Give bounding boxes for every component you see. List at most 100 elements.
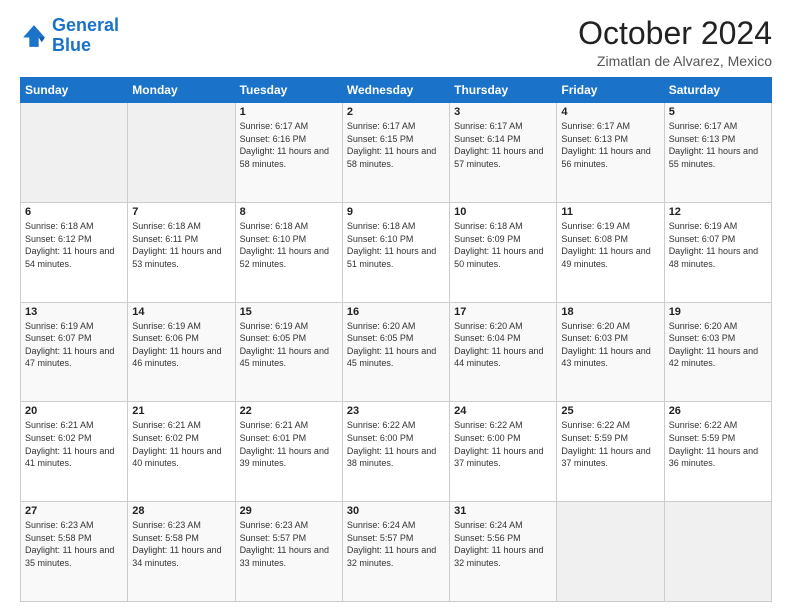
calendar-week-5: 27Sunrise: 6:23 AM Sunset: 5:58 PM Dayli… [21, 502, 772, 602]
day-number: 15 [240, 306, 338, 318]
day-info: Sunrise: 6:20 AM Sunset: 6:04 PM Dayligh… [454, 320, 552, 370]
day-info: Sunrise: 6:22 AM Sunset: 6:00 PM Dayligh… [454, 419, 552, 469]
day-number: 10 [454, 206, 552, 218]
day-number: 5 [669, 106, 767, 118]
calendar-cell: 19Sunrise: 6:20 AM Sunset: 6:03 PM Dayli… [664, 302, 771, 402]
day-number: 4 [561, 106, 659, 118]
calendar-cell: 16 Sunrise: 6:20 AM Sunset: 6:05 PM Dayli… [342, 302, 449, 402]
location: Zimatlan de Alvarez, Mexico [578, 53, 772, 69]
weekday-header-monday: Monday [128, 78, 235, 103]
day-info: Sunrise: 6:23 AM Sunset: 5:58 PM Dayligh… [25, 519, 123, 569]
title-block: October 2024 Zimatlan de Alvarez, Mexico [578, 16, 772, 69]
day-info: Sunrise: 6:19 AM Sunset: 6:07 PM Dayligh… [669, 220, 767, 270]
calendar-cell: 5 Sunrise: 6:17 AM Sunset: 6:13 PM Daylig… [664, 103, 771, 203]
logo-text: General Blue [52, 16, 119, 56]
calendar-cell: 7 Sunrise: 6:18 AM Sunset: 6:11 PM Daylig… [128, 202, 235, 302]
day-number: 29 [240, 505, 338, 517]
day-info: Sunrise: 6:22 AM Sunset: 5:59 PM Dayligh… [669, 419, 767, 469]
calendar-cell: 12 Sunrise: 6:19 AM Sunset: 6:07 PM Dayli… [664, 202, 771, 302]
calendar-week-4: 20 Sunrise: 6:21 AM Sunset: 6:02 PM Dayli… [21, 402, 772, 502]
weekday-header-saturday: Saturday [664, 78, 771, 103]
logo-line1: General [52, 15, 119, 35]
calendar-cell: 28Sunrise: 6:23 AM Sunset: 5:58 PM Dayli… [128, 502, 235, 602]
calendar-cell [557, 502, 664, 602]
calendar-cell: 4 Sunrise: 6:17 AM Sunset: 6:13 PM Daylig… [557, 103, 664, 203]
day-info: Sunrise: 6:17 AM Sunset: 6:15 PM Dayligh… [347, 120, 445, 170]
day-number: 31 [454, 505, 552, 517]
calendar-cell: 14Sunrise: 6:19 AM Sunset: 6:06 PM Dayli… [128, 302, 235, 402]
day-number: 3 [454, 106, 552, 118]
day-number: 20 [25, 405, 123, 417]
day-number: 24 [454, 405, 552, 417]
day-info: Sunrise: 6:17 AM Sunset: 6:13 PM Dayligh… [561, 120, 659, 170]
calendar-cell: 18 Sunrise: 6:20 AM Sunset: 6:03 PM Dayli… [557, 302, 664, 402]
day-number: 2 [347, 106, 445, 118]
day-number: 18 [561, 306, 659, 318]
day-number: 6 [25, 206, 123, 218]
day-info: Sunrise: 6:21 AM Sunset: 6:02 PM Dayligh… [25, 419, 123, 469]
calendar-cell: 6 Sunrise: 6:18 AM Sunset: 6:12 PM Daylig… [21, 202, 128, 302]
day-number: 9 [347, 206, 445, 218]
day-number: 8 [240, 206, 338, 218]
day-number: 13 [25, 306, 123, 318]
day-info: Sunrise: 6:21 AM Sunset: 6:01 PM Dayligh… [240, 419, 338, 469]
calendar-cell: 17 Sunrise: 6:20 AM Sunset: 6:04 PM Dayli… [450, 302, 557, 402]
day-info: Sunrise: 6:24 AM Sunset: 5:56 PM Dayligh… [454, 519, 552, 569]
day-info: Sunrise: 6:19 AM Sunset: 6:05 PM Dayligh… [240, 320, 338, 370]
calendar-cell: 31 Sunrise: 6:24 AM Sunset: 5:56 PM Dayli… [450, 502, 557, 602]
day-info: Sunrise: 6:17 AM Sunset: 6:16 PM Dayligh… [240, 120, 338, 170]
day-info: Sunrise: 6:19 AM Sunset: 6:08 PM Dayligh… [561, 220, 659, 270]
day-number: 30 [347, 505, 445, 517]
logo: General Blue [20, 16, 119, 56]
weekday-header-sunday: Sunday [21, 78, 128, 103]
day-number: 17 [454, 306, 552, 318]
day-number: 12 [669, 206, 767, 218]
day-info: Sunrise: 6:23 AM Sunset: 5:57 PM Dayligh… [240, 519, 338, 569]
logo-icon [20, 22, 48, 50]
calendar-cell: 20 Sunrise: 6:21 AM Sunset: 6:02 PM Dayli… [21, 402, 128, 502]
day-number: 21 [132, 405, 230, 417]
day-info: Sunrise: 6:22 AM Sunset: 6:00 PM Dayligh… [347, 419, 445, 469]
day-info: Sunrise: 6:22 AM Sunset: 5:59 PM Dayligh… [561, 419, 659, 469]
calendar-cell [21, 103, 128, 203]
calendar-cell: 11Sunrise: 6:19 AM Sunset: 6:08 PM Dayli… [557, 202, 664, 302]
day-info: Sunrise: 6:18 AM Sunset: 6:12 PM Dayligh… [25, 220, 123, 270]
day-number: 26 [669, 405, 767, 417]
day-number: 14 [132, 306, 230, 318]
day-number: 25 [561, 405, 659, 417]
calendar-cell: 27Sunrise: 6:23 AM Sunset: 5:58 PM Dayli… [21, 502, 128, 602]
day-info: Sunrise: 6:17 AM Sunset: 6:13 PM Dayligh… [669, 120, 767, 170]
day-info: Sunrise: 6:17 AM Sunset: 6:14 PM Dayligh… [454, 120, 552, 170]
calendar-cell: 25 Sunrise: 6:22 AM Sunset: 5:59 PM Dayli… [557, 402, 664, 502]
day-number: 28 [132, 505, 230, 517]
weekday-header-thursday: Thursday [450, 78, 557, 103]
day-info: Sunrise: 6:20 AM Sunset: 6:03 PM Dayligh… [669, 320, 767, 370]
day-number: 1 [240, 106, 338, 118]
calendar-cell [128, 103, 235, 203]
month-title: October 2024 [578, 16, 772, 51]
day-number: 16 [347, 306, 445, 318]
calendar-cell: 1 Sunrise: 6:17 AM Sunset: 6:16 PM Daylig… [235, 103, 342, 203]
weekday-header-row: SundayMondayTuesdayWednesdayThursdayFrid… [21, 78, 772, 103]
day-info: Sunrise: 6:18 AM Sunset: 6:11 PM Dayligh… [132, 220, 230, 270]
calendar-cell: 23Sunrise: 6:22 AM Sunset: 6:00 PM Dayli… [342, 402, 449, 502]
day-info: Sunrise: 6:20 AM Sunset: 6:03 PM Dayligh… [561, 320, 659, 370]
calendar-cell: 24 Sunrise: 6:22 AM Sunset: 6:00 PM Dayli… [450, 402, 557, 502]
calendar-cell: 21 Sunrise: 6:21 AM Sunset: 6:02 PM Dayli… [128, 402, 235, 502]
day-info: Sunrise: 6:18 AM Sunset: 6:09 PM Dayligh… [454, 220, 552, 270]
day-info: Sunrise: 6:18 AM Sunset: 6:10 PM Dayligh… [240, 220, 338, 270]
calendar-cell: 13 Sunrise: 6:19 AM Sunset: 6:07 PM Dayli… [21, 302, 128, 402]
weekday-header-friday: Friday [557, 78, 664, 103]
day-info: Sunrise: 6:18 AM Sunset: 6:10 PM Dayligh… [347, 220, 445, 270]
calendar-table: SundayMondayTuesdayWednesdayThursdayFrid… [20, 77, 772, 602]
header: General Blue October 2024 Zimatlan de Al… [20, 16, 772, 69]
calendar-week-2: 6 Sunrise: 6:18 AM Sunset: 6:12 PM Daylig… [21, 202, 772, 302]
day-info: Sunrise: 6:21 AM Sunset: 6:02 PM Dayligh… [132, 419, 230, 469]
calendar-cell: 9 Sunrise: 6:18 AM Sunset: 6:10 PM Daylig… [342, 202, 449, 302]
page: General Blue October 2024 Zimatlan de Al… [0, 0, 792, 612]
day-number: 7 [132, 206, 230, 218]
day-info: Sunrise: 6:19 AM Sunset: 6:07 PM Dayligh… [25, 320, 123, 370]
calendar-week-1: 1 Sunrise: 6:17 AM Sunset: 6:16 PM Daylig… [21, 103, 772, 203]
day-info: Sunrise: 6:20 AM Sunset: 6:05 PM Dayligh… [347, 320, 445, 370]
calendar-cell: 29 Sunrise: 6:23 AM Sunset: 5:57 PM Dayli… [235, 502, 342, 602]
